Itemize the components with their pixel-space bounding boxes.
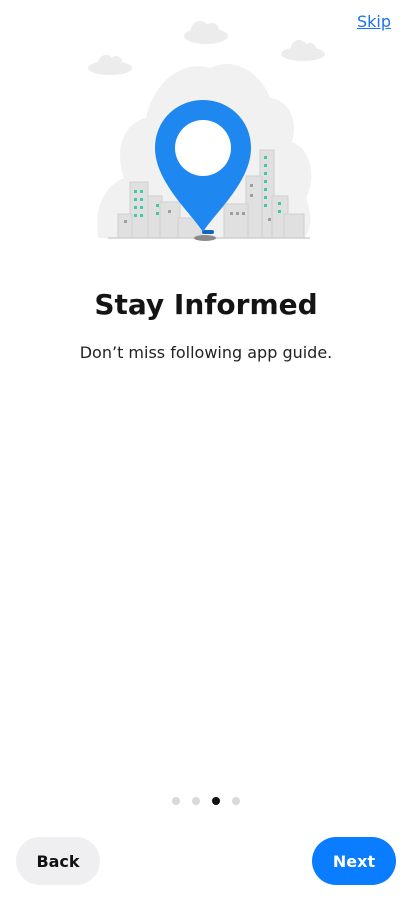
- page-indicator: [0, 797, 412, 805]
- skip-link[interactable]: Skip: [357, 12, 391, 31]
- cloud-icon: [281, 40, 325, 61]
- page-subtitle: Don’t miss following app guide.: [79, 343, 333, 362]
- cloud-icon: [88, 55, 132, 75]
- location-pin-city-illustration: [88, 21, 325, 241]
- next-button[interactable]: Next: [312, 837, 396, 885]
- page-dot-2: [192, 797, 200, 805]
- page-dot-3-active: [212, 797, 220, 805]
- page-title: Stay Informed: [94, 288, 318, 321]
- page-dot-1: [172, 797, 180, 805]
- cloud-icon: [184, 21, 228, 44]
- back-button[interactable]: Back: [16, 837, 100, 885]
- page-dot-4: [232, 797, 240, 805]
